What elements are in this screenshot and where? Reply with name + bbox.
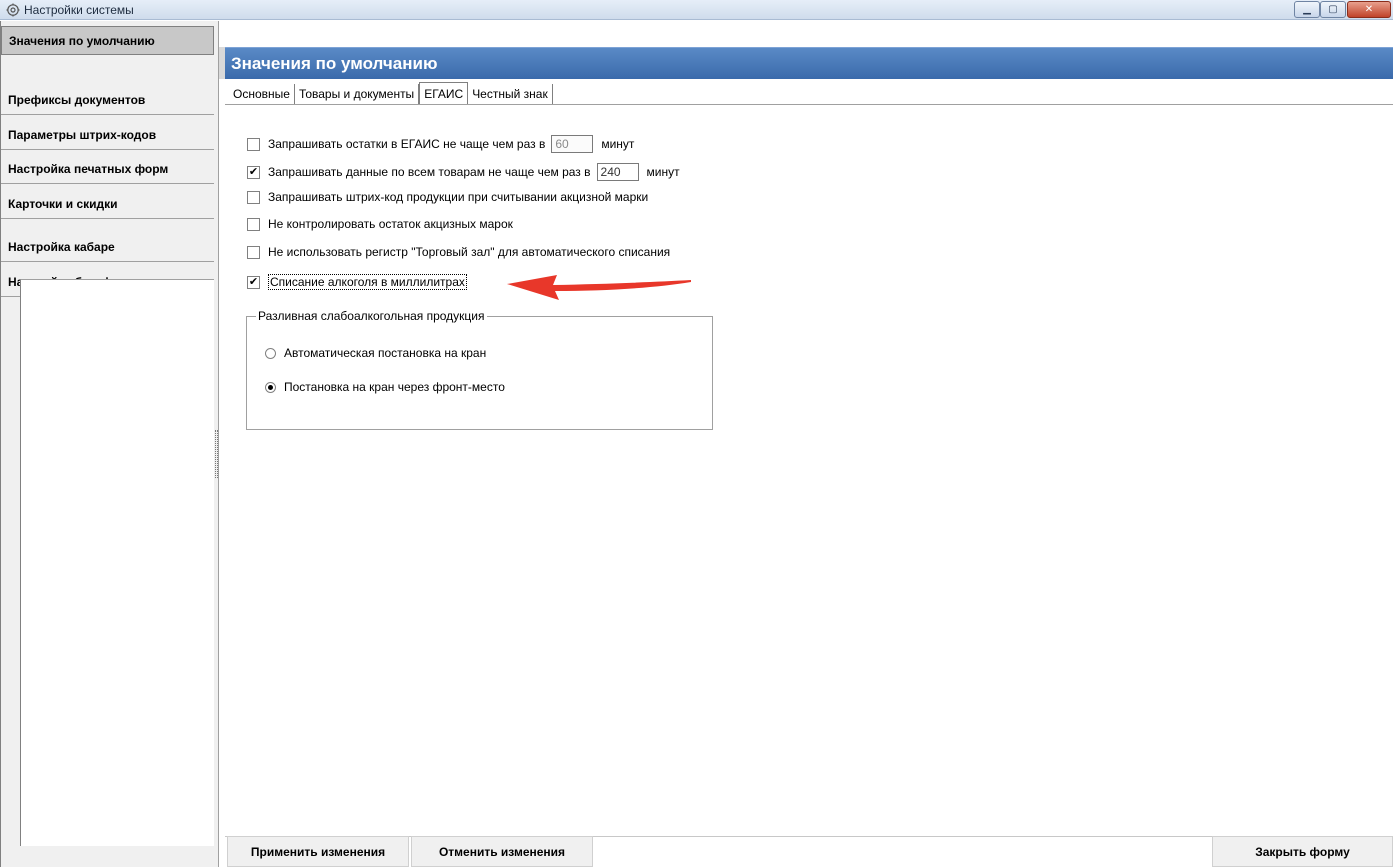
group-legend: Разливная слабоалкогольная продукция xyxy=(256,309,487,323)
sidebar-item-label: Карточки и скидки xyxy=(8,197,118,211)
sidebar-item-print-forms[interactable]: Настройка печатных форм xyxy=(1,155,214,184)
barcode-request-checkbox[interactable] xyxy=(247,190,260,204)
tab-label: Честный знак xyxy=(472,87,548,101)
splitter-handle[interactable] xyxy=(215,430,218,478)
egais-remains-interval-input[interactable] xyxy=(551,135,594,153)
radio-front-tap-row[interactable]: Постановка на кран через фронт-место xyxy=(265,380,505,394)
tab-label: ЕГАИС xyxy=(424,86,464,101)
tab-label: Основные xyxy=(233,87,290,101)
button-label: Отменить изменения xyxy=(438,844,566,859)
auto-tap-radio[interactable] xyxy=(265,347,276,359)
milliliters-checkbox[interactable]: ✔ xyxy=(247,275,260,289)
option-label: Не контролировать остаток акцизных марок xyxy=(268,217,513,231)
minimize-icon: ▁ xyxy=(1303,4,1311,15)
tab-egais[interactable]: ЕГАИС xyxy=(419,82,469,104)
option-label: Списание алкоголя в миллилитрах xyxy=(268,274,467,290)
radio-label: Автоматическая постановка на кран xyxy=(284,346,487,360)
sidebar-empty-area xyxy=(20,279,214,846)
button-label: Применить изменения xyxy=(250,844,386,859)
sidebar-item-defaults[interactable]: Значения по умолчанию xyxy=(1,26,214,55)
maximize-icon: ▢ xyxy=(1328,4,1338,15)
front-tap-radio[interactable] xyxy=(265,381,276,393)
gear-icon xyxy=(6,3,20,17)
option-label: Не использовать регистр "Торговый зал" д… xyxy=(268,245,671,259)
option-label: Запрашивать остатки в ЕГАИС не чаще чем … xyxy=(268,137,546,151)
sidebar-item-label: Настройка кабаре xyxy=(8,240,115,254)
button-label: Закрыть форму xyxy=(1255,844,1350,859)
window-title: Настройки системы xyxy=(24,3,134,17)
sidebar-item-label: Настройка печатных форм xyxy=(8,162,169,176)
option-suffix: минут xyxy=(646,165,680,179)
goods-data-checkbox[interactable]: ✔ xyxy=(247,165,260,179)
cancel-changes-button[interactable]: Отменить изменения xyxy=(411,836,593,867)
option-label: Запрашивать данные по всем товарам не ча… xyxy=(268,165,591,179)
sidebar-item-document-prefixes[interactable]: Префиксы документов xyxy=(1,86,214,115)
option-milliliters-row: ✔ Списание алкоголя в миллилитрах xyxy=(247,274,467,290)
sidebar-item-cabaret[interactable]: Настройка кабаре xyxy=(1,233,214,262)
option-suffix: минут xyxy=(601,137,635,151)
tab-goods-documents[interactable]: Товары и документы xyxy=(294,84,420,104)
goods-data-interval-input[interactable] xyxy=(596,163,639,181)
close-form-button[interactable]: Закрыть форму xyxy=(1212,836,1393,867)
window-titlebar: Настройки системы ▁ ▢ ✕ xyxy=(0,0,1393,20)
minimize-button[interactable]: ▁ xyxy=(1294,1,1320,18)
maximize-button[interactable]: ▢ xyxy=(1320,1,1346,18)
draft-beverage-group xyxy=(246,316,713,430)
tab-divider xyxy=(225,104,1393,105)
tab-honest-mark[interactable]: Честный знак xyxy=(468,84,553,104)
apply-changes-button[interactable]: Применить изменения xyxy=(227,836,409,867)
close-icon: ✕ xyxy=(1364,4,1374,15)
tab-strip: Основные Товары и документы ЕГАИС Честны… xyxy=(229,82,553,104)
option-egais-remains-row: Запрашивать остатки в ЕГАИС не чаще чем … xyxy=(247,135,634,153)
option-goods-data-row: ✔ Запрашивать данные по всем товарам не … xyxy=(247,163,680,181)
radio-auto-tap-row[interactable]: Автоматическая постановка на кран xyxy=(265,346,486,360)
option-sales-hall-row: Не использовать регистр "Торговый зал" д… xyxy=(247,245,670,259)
option-label: Запрашивать штрих-код продукции при счит… xyxy=(268,190,649,204)
sidebar-item-cards-discounts[interactable]: Карточки и скидки xyxy=(1,190,214,219)
section-title: Значения по умолчанию xyxy=(231,54,438,73)
sidebar-item-label: Значения по умолчанию xyxy=(9,33,155,48)
excise-control-checkbox[interactable] xyxy=(247,217,260,231)
sidebar-item-label: Префиксы документов xyxy=(8,93,146,107)
tab-label: Товары и документы xyxy=(298,87,415,101)
egais-remains-checkbox[interactable] xyxy=(247,137,260,151)
red-arrow-annotation xyxy=(507,275,691,300)
section-header: Значения по умолчанию xyxy=(225,47,1393,79)
option-excise-control-row: Не контролировать остаток акцизных марок xyxy=(247,217,513,231)
close-window-button[interactable]: ✕ xyxy=(1347,1,1391,18)
option-barcode-request-row: Запрашивать штрих-код продукции при счит… xyxy=(247,190,648,204)
sales-hall-checkbox[interactable] xyxy=(247,245,260,259)
sidebar-item-label: Параметры штрих-кодов xyxy=(8,128,157,142)
tab-main[interactable]: Основные xyxy=(229,84,295,104)
radio-label: Постановка на кран через фронт-место xyxy=(284,380,505,394)
sidebar-item-barcode-params[interactable]: Параметры штрих-кодов xyxy=(1,121,214,150)
